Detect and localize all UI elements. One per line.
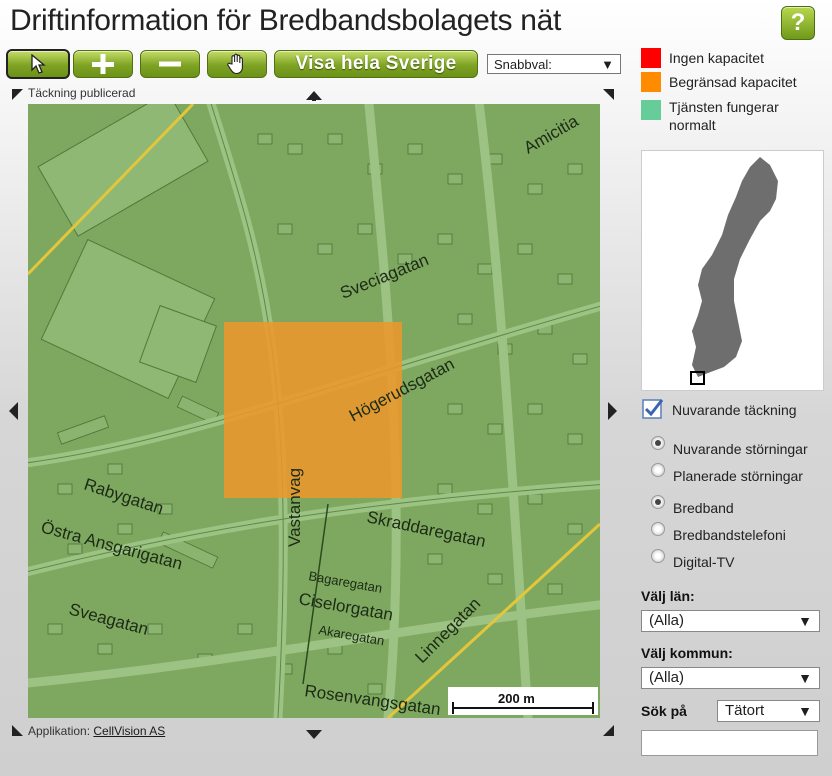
corner-nw-icon[interactable] [12,88,24,106]
minus-icon [159,61,181,67]
map-canvas: Sveciagatan Högerudsgatan Rabygatan Östr… [28,104,600,718]
cellvision-link[interactable]: CellVision AS [93,724,165,738]
lan-select[interactable]: (Alla) ▼ [641,610,820,632]
snabbval-label: Snabbval: [494,56,552,72]
pan-south-icon[interactable] [306,726,322,744]
legend-label-limited-capacity: Begränsad kapacitet [669,74,797,90]
radio-current-disturbances-label: Nuvarande störningar [673,441,808,457]
page-title: Driftinformation för Bredbandsbolagets n… [10,4,562,37]
application-credit: Applikation: CellVision AS [28,724,165,738]
lan-label: Välj län: [641,588,695,604]
kommun-select-value: (Alla) [649,669,685,686]
sweden-map [690,157,778,385]
snabbval-select[interactable]: Snabbval: ▼ [487,54,621,74]
radio-planned-disturbances[interactable] [651,463,665,477]
search-label: Sök på [641,703,687,719]
search-input[interactable] [641,730,818,756]
legend-swatch-green [641,100,661,120]
chevron-down-icon: ▼ [798,670,812,686]
chevron-down-icon: ▼ [798,703,812,719]
show-all-sweden-label: Visa hela Sverige [295,53,457,74]
pointer-icon [31,54,46,74]
pan-west-icon[interactable] [9,402,19,425]
radio-bredbandstelefoni-label: Bredbandstelefoni [673,527,786,543]
coverage-checkbox[interactable] [642,398,664,420]
zoom-out-button[interactable] [140,50,200,78]
corner-se-icon[interactable] [603,724,615,742]
legend-swatch-red [641,48,661,68]
map-view[interactable]: Sveciagatan Högerudsgatan Rabygatan Östr… [28,104,600,718]
chevron-down-icon: ▼ [601,57,614,72]
radio-planned-disturbances-label: Planerade störningar [673,468,803,484]
overview-map[interactable] [641,150,824,391]
application-prefix: Applikation: [28,724,91,738]
kommun-label: Välj kommun: [641,645,733,661]
lan-select-value: (Alla) [649,612,685,629]
search-type-value: Tätort [725,702,765,719]
legend-swatch-orange [641,72,661,92]
pan-tool-button[interactable] [207,50,267,78]
corner-sw-icon[interactable] [12,724,24,742]
select-tool-button[interactable] [6,49,70,79]
checkbox-checked-icon [642,399,664,419]
coverage-checkbox-label: Nuvarande täckning [672,402,797,418]
legend-label-normal: Tjänsten fungerar normalt [669,99,779,133]
search-type-select[interactable]: Tätort ▼ [717,700,820,722]
corner-ne-icon[interactable] [603,88,615,106]
radio-bredbandstelefoni[interactable] [651,522,665,536]
legend-label-no-capacity: Ingen kapacitet [669,50,764,66]
coverage-published-label: Täckning publicerad [28,86,136,100]
radio-current-disturbances[interactable] [651,436,665,450]
show-all-sweden-button[interactable]: Visa hela Sverige [274,50,478,78]
pan-east-icon[interactable] [607,402,617,425]
hand-icon [227,53,243,75]
scale-label: 200 m [498,691,535,706]
radio-digital-tv-label: Digital-TV [673,554,735,570]
plus-icon [92,54,114,74]
help-icon: ? [790,9,806,36]
radio-digital-tv[interactable] [651,549,665,563]
radio-bredband-label: Bredband [673,500,734,516]
help-button[interactable]: ? [781,6,815,40]
radio-bredband[interactable] [651,495,665,509]
kommun-select[interactable]: (Alla) ▼ [641,667,820,689]
chevron-down-icon: ▼ [798,613,812,629]
zoom-in-button[interactable] [73,50,133,78]
street-label: Vastanvag [285,468,304,547]
